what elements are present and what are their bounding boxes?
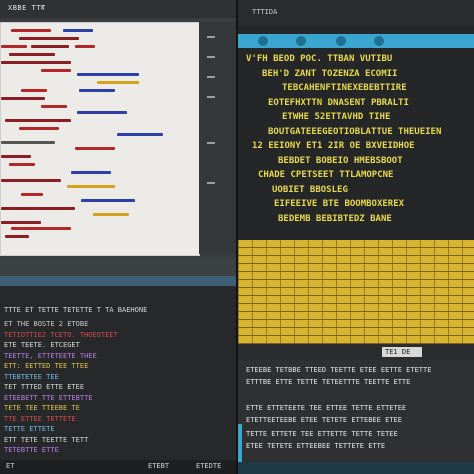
tab-icon[interactable] bbox=[296, 36, 306, 46]
terminal-line: TETTE ETTETE bbox=[4, 425, 55, 433]
code-line: UOBIET BBOSLEG bbox=[272, 184, 348, 195]
terminal-line: TETEBTTE ETTE bbox=[4, 446, 59, 454]
code-token bbox=[21, 89, 47, 92]
code-line: BEDEMB BEBIBTEDZ BANE bbox=[278, 213, 392, 224]
terminal-line: ETEEBETT TTE ETTEBTTE bbox=[4, 393, 93, 402]
code-token bbox=[1, 61, 71, 64]
terminal-line: ETT TETE TEETTE TETT bbox=[4, 435, 89, 444]
gutter-mark bbox=[207, 56, 215, 58]
gutter-mark bbox=[207, 142, 215, 144]
log-line: ETEEBE TETBBE TTEED TEETTE ETEE EETTE ET… bbox=[246, 366, 432, 374]
close-icon[interactable]: × bbox=[40, 3, 45, 12]
gutter-mark bbox=[207, 96, 215, 98]
code-token bbox=[79, 89, 115, 92]
tab-icon[interactable] bbox=[374, 36, 384, 46]
gutter-mark bbox=[207, 182, 215, 184]
gutter-mark bbox=[207, 76, 215, 78]
log-line: ETETTEETEEBE ETEE TETETE ETTEBEE ETEE bbox=[246, 416, 402, 424]
code-token bbox=[75, 147, 115, 150]
footer-left: ET bbox=[6, 462, 15, 470]
code-token bbox=[67, 185, 115, 188]
code-line: CHADE CPETSEET TTLAMOPCNE bbox=[258, 170, 394, 180]
code-line: 12 EEIONY ET1 2IR OE BXVEIDHOE bbox=[252, 141, 415, 151]
footer-mid: ETEBT bbox=[148, 462, 170, 470]
code-line: BEH'D ZANT TOZENZA ECOMII bbox=[262, 68, 398, 79]
code-line: EIFEEIVE BTE BOOMBOXEREX bbox=[274, 199, 405, 209]
code-line: EOTEFHXTTN DNASENT PBRALTI bbox=[268, 97, 409, 108]
left-editor-window: XBBE TTT × bbox=[0, 0, 236, 276]
log-line: ETTE ETTETEETE TEE ETTEE TETTE ETTETEE bbox=[246, 404, 407, 412]
code-token bbox=[1, 221, 41, 224]
terminal-header bbox=[0, 276, 236, 286]
terminal-line: TETIOTTIE2 TCETO. THOEOTEET bbox=[4, 330, 118, 339]
code-token bbox=[63, 29, 93, 32]
code-token bbox=[11, 29, 51, 32]
terminal-line: TTE ETTEE TETTETE bbox=[4, 414, 76, 423]
code-token bbox=[1, 179, 61, 182]
gutter-mark bbox=[207, 36, 215, 38]
log-input-field[interactable]: TE1 DE bbox=[382, 347, 422, 357]
code-token bbox=[1, 207, 75, 210]
left-editor-titlebar: XBBE TTT × bbox=[0, 0, 236, 18]
right-editor-title: TTTIDA bbox=[252, 8, 278, 16]
log-toolbar: TE1 DE bbox=[238, 344, 474, 360]
code-token bbox=[19, 37, 79, 40]
right-editor-window: TTTIDA V'FH BEOD POC. TTBAN VUTIBU BEH'D … bbox=[238, 0, 474, 240]
terminal-line: ETE TEETE. ETCEGET bbox=[4, 341, 80, 349]
code-token bbox=[77, 73, 139, 76]
code-token bbox=[19, 127, 59, 130]
highlighted-block bbox=[238, 240, 474, 344]
code-token bbox=[81, 199, 135, 202]
terminal-line: ETT: EETTED TEE TTEE bbox=[4, 362, 89, 370]
right-editor-titlebar: TTTIDA bbox=[238, 0, 474, 26]
footer-right: ETEDTE bbox=[196, 462, 222, 470]
code-token bbox=[1, 45, 27, 48]
terminal-line: TET TTTED ETTE ETEE bbox=[4, 383, 85, 391]
code-token bbox=[1, 155, 31, 158]
right-editor-tabbar bbox=[238, 34, 474, 48]
code-token bbox=[1, 141, 55, 144]
code-line: TEBCAHENFTINEXEBEBTTIRE bbox=[282, 83, 407, 93]
code-token bbox=[117, 133, 163, 136]
code-token bbox=[9, 163, 35, 166]
code-line: BOUTGATEEEGEOTIOBLATTUE THEUEIEN bbox=[268, 126, 442, 137]
code-token bbox=[71, 171, 111, 174]
code-token bbox=[5, 119, 71, 122]
terminal-line: TEETTE, ETTETEETE THEE bbox=[4, 351, 97, 360]
terminal-footer: ET ETEBT ETEDTE bbox=[0, 460, 236, 474]
terminal-window: TTTE ET TETTE TETETTE T TA BAEHONE ET TH… bbox=[0, 276, 236, 474]
tab-icon[interactable] bbox=[258, 36, 268, 46]
terminal-line: ET THE BOSTE 2 ETOBE bbox=[4, 320, 89, 328]
terminal-header-text: TTTE ET TETTE TETETTE T TA BAEHONE bbox=[4, 306, 148, 314]
document-canvas[interactable] bbox=[0, 22, 200, 256]
code-token bbox=[31, 45, 69, 48]
left-editor-statusbar bbox=[0, 258, 236, 276]
log-line: TETTE ETTETE TEE ETTETTE TETTE TETEE bbox=[246, 430, 398, 438]
code-token bbox=[75, 45, 95, 48]
log-line: ETTTBE ETTE TETTE TETEETTTE TEETTE ETTE bbox=[246, 378, 411, 386]
terminal-line: TTEBTETEE TEE bbox=[4, 372, 59, 381]
code-token bbox=[9, 53, 55, 56]
code-token bbox=[93, 213, 129, 216]
code-token bbox=[77, 111, 127, 114]
log-footer bbox=[238, 462, 474, 474]
code-token bbox=[5, 235, 29, 238]
code-line: ETWHE 52ETTAVHD TIHE bbox=[282, 112, 391, 122]
terminal-line: TETE TEE TTEEBE TE bbox=[4, 404, 80, 412]
code-token bbox=[41, 69, 71, 72]
code-line: BEBDET BOBEIO HMEBSBOOT bbox=[278, 155, 403, 166]
code-token bbox=[21, 193, 43, 196]
code-line: V'FH BEOD POC. TTBAN VUTIBU bbox=[246, 54, 393, 64]
log-window: TE1 DE ETEEBE TETBBE TTEED TEETTE ETEE E… bbox=[238, 344, 474, 474]
tab-icon[interactable] bbox=[336, 36, 346, 46]
log-line: ETEE TETETE ETTEEBEE TETTETE ETTE bbox=[246, 442, 386, 450]
code-token bbox=[97, 81, 139, 84]
right-gutter bbox=[199, 22, 236, 254]
code-token bbox=[11, 227, 71, 230]
code-token bbox=[1, 97, 45, 100]
code-token bbox=[41, 105, 67, 108]
